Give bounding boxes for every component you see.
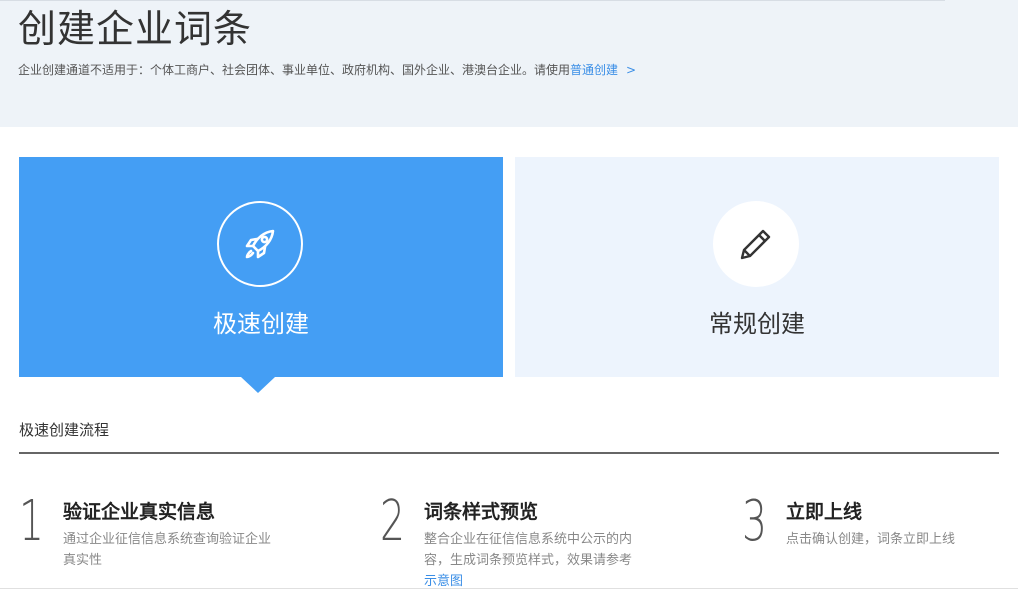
selected-pointer	[241, 377, 275, 393]
normal-create-link[interactable]: 普通创建	[570, 63, 618, 77]
step-description: 通过企业征信信息系统查询验证企业真实性	[63, 532, 272, 568]
step-number: 1	[19, 489, 44, 554]
step-description: 整合企业在征信信息系统中公示的内容，生成词条预览样式，效果请参考示意图	[424, 529, 640, 592]
step-title: 词条样式预览	[424, 501, 539, 523]
page-header: 创建企业词条 企业创建通道不适用于：个体工商户、社会团体、事业单位、政府机构、国…	[0, 0, 1018, 127]
rocket-icon	[245, 229, 275, 259]
page-title: 创建企业词条	[18, 7, 253, 51]
step-number: 2	[380, 489, 405, 554]
normal-create-option[interactable]: 常规创建	[515, 157, 999, 377]
rocket-icon-circle	[217, 201, 303, 287]
step-number: 3	[742, 489, 767, 554]
creation-note: 企业创建通道不适用于：个体工商户、社会团体、事业单位、政府机构、国外企业、港澳台…	[18, 61, 636, 78]
step-description-text: 整合企业在征信信息系统中公示的内容，生成词条预览样式，效果请参考	[424, 532, 633, 568]
normal-create-label: 常规创建	[709, 310, 805, 338]
fast-create-option[interactable]: 极速创建	[19, 157, 503, 377]
step-description: 点击确认创建，词条立即上线	[786, 532, 956, 547]
section-divider	[19, 452, 999, 454]
pencil-icon	[740, 229, 771, 260]
chevron-right-icon[interactable]: >	[626, 63, 636, 77]
bottom-border	[0, 588, 1018, 589]
pencil-icon-circle	[713, 201, 799, 287]
process-title: 极速创建流程	[19, 421, 110, 439]
fast-create-label: 极速创建	[213, 310, 309, 338]
step-title: 立即上线	[786, 501, 863, 523]
note-text: 企业创建通道不适用于：个体工商户、社会团体、事业单位、政府机构、国外企业、港澳台…	[18, 63, 571, 77]
step-title: 验证企业真实信息	[63, 501, 216, 523]
sample-image-link[interactable]: 示意图	[424, 574, 463, 589]
